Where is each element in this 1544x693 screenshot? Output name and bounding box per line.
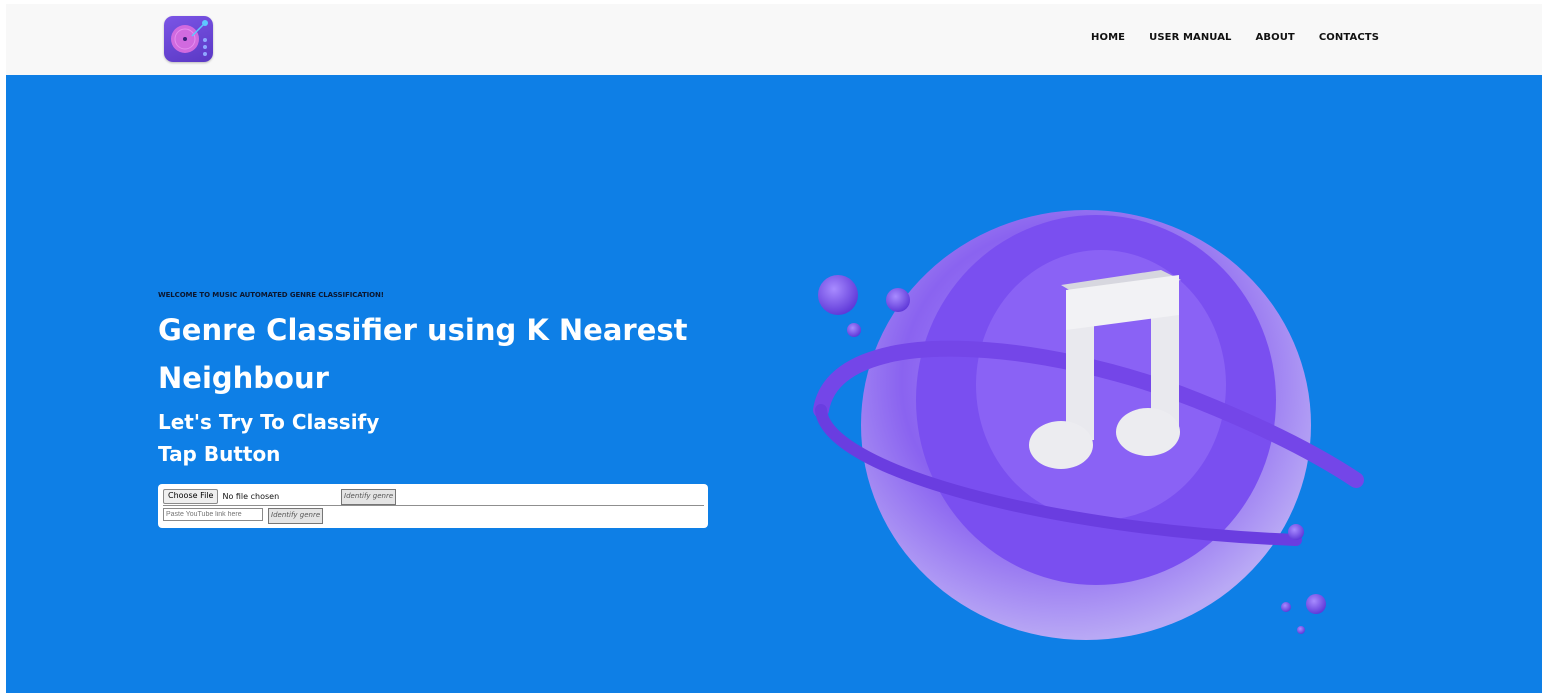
page-title: Genre Classifier using K Nearest Neighbo…	[158, 313, 688, 395]
nav-about-link[interactable]: ABOUT	[1256, 32, 1295, 43]
identify-genre-youtube-button[interactable]: Identify genre	[268, 508, 324, 524]
youtube-link-input[interactable]	[163, 508, 263, 521]
hero-section: WELCOME TO MUSIC AUTOMATED GENRE CLASSIF…	[6, 75, 1542, 693]
subtitle-line-1: Let's Try To Classify	[158, 410, 380, 434]
welcome-text: WELCOME TO MUSIC AUTOMATED GENRE CLASSIF…	[158, 291, 384, 299]
subtitle-line-2: Tap Button	[158, 442, 281, 466]
music-note-planet-illustration	[813, 210, 1364, 640]
form-divider	[163, 505, 704, 506]
subtitle: Let's Try To Classify Tap Button	[158, 406, 379, 470]
nav-home-link[interactable]: HOME	[1091, 32, 1125, 43]
main-nav: HOME USER MANUAL ABOUT CONTACTS	[1091, 32, 1379, 43]
turntable-logo-icon[interactable]	[164, 16, 213, 62]
choose-file-button[interactable]: Choose File	[163, 489, 219, 504]
classify-form: Choose File No file chosen Identify genr…	[158, 484, 708, 528]
file-status-text: No file chosen	[222, 492, 280, 501]
file-input[interactable]: Choose File No file chosen	[163, 489, 279, 504]
identify-genre-file-button[interactable]: Identify genre	[341, 489, 397, 505]
top-header: HOME USER MANUAL ABOUT CONTACTS	[6, 4, 1542, 75]
nav-contacts-link[interactable]: CONTACTS	[1319, 32, 1379, 43]
page-frame: HOME USER MANUAL ABOUT CONTACTS WELCOME …	[6, 4, 1542, 693]
nav-user-manual-link[interactable]: USER MANUAL	[1149, 32, 1231, 43]
